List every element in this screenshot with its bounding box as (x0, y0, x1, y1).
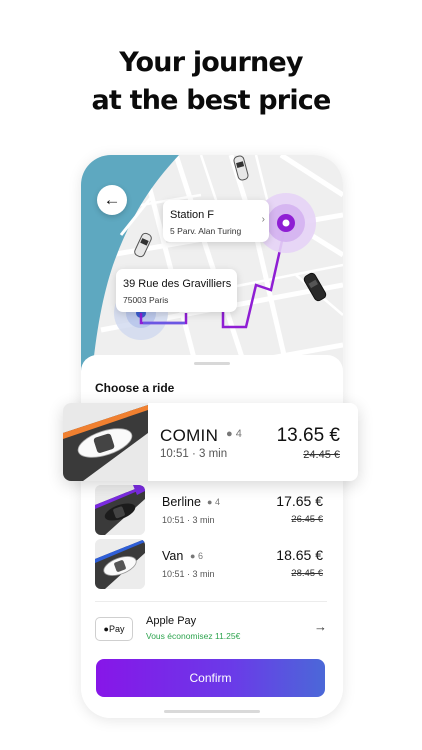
seat-count: 6 (197, 551, 203, 561)
apple-pay-badge: ● Pay (95, 617, 133, 641)
destination-name: Station F (170, 209, 215, 221)
chevron-right-icon: › (261, 214, 265, 225)
payment-method[interactable]: ● Pay Apple Pay Vous économisez 11.25€ → (95, 611, 329, 647)
sheet-handle[interactable] (194, 362, 230, 365)
ride-name: Berline (162, 495, 201, 509)
ride-old-price: 24.45 € (303, 449, 340, 461)
apple-pay-badge-label: Pay (108, 624, 125, 634)
ride-old-price: 26.45 € (291, 514, 323, 525)
origin-card[interactable]: 39 Rue des Gravilliers 75003 Paris (116, 269, 237, 312)
headline: Your journey at the best price (0, 44, 422, 120)
seats-label: ● 6 (190, 551, 203, 561)
headline-line-1: Your journey (119, 47, 303, 78)
sheet-title: Choose a ride (95, 381, 175, 395)
ride-name: COMIN (160, 426, 219, 445)
person-icon: ● (207, 497, 213, 507)
destination-card[interactable]: Station F 5 Parv. Alan Turing › (163, 200, 269, 242)
van-car-image (95, 539, 145, 589)
seats-label: ● 4 (226, 428, 242, 440)
payment-savings: Vous économisez 11.25€ (146, 631, 241, 641)
ride-eta: 10:51 · 3 min (162, 569, 215, 579)
ride-eta: 10:51 · 3 min (160, 448, 228, 460)
seat-count: 4 (214, 497, 220, 507)
ride-option-van[interactable]: Van ● 6 10:51 · 3 min 18.65 € 28.45 € (95, 539, 331, 589)
destination-address: 5 Parv. Alan Turing (170, 226, 242, 236)
seats-label: ● 4 (207, 497, 220, 507)
map[interactable]: ← Station F 5 Parv. Alan Turing › 39 Rue… (81, 155, 343, 385)
person-icon: ● (190, 551, 196, 561)
ride-old-price: 28.45 € (291, 568, 323, 579)
ride-eta: 10:51 · 3 min (162, 515, 215, 525)
origin-name: 39 Rue des Gravilliers (123, 278, 232, 290)
ride-price: 17.65 € (276, 493, 323, 509)
headline-line-2: at the best price (91, 85, 332, 116)
home-indicator (164, 710, 260, 713)
confirm-button[interactable]: Confirm (96, 659, 325, 697)
berline-car-image (95, 485, 145, 535)
divider (95, 601, 327, 602)
ride-option-comin[interactable]: COMIN ● 4 10:51 · 3 min 13.65 € 24.45 € (63, 403, 358, 481)
ride-price: 18.65 € (276, 547, 323, 563)
ride-name: Van (162, 549, 184, 563)
back-button[interactable]: ← (97, 185, 127, 215)
payment-method-name: Apple Pay (146, 615, 197, 627)
ride-option-berline[interactable]: Berline ● 4 10:51 · 3 min 17.65 € 26.45 … (95, 485, 331, 535)
person-icon: ● (226, 428, 233, 440)
back-arrow-icon: ← (103, 190, 121, 209)
comin-car-image (63, 403, 148, 481)
seat-count: 4 (235, 428, 242, 440)
arrow-right-icon[interactable]: → (314, 619, 327, 634)
origin-address: 75003 Paris (123, 295, 169, 305)
ride-price: 13.65 € (276, 425, 340, 446)
